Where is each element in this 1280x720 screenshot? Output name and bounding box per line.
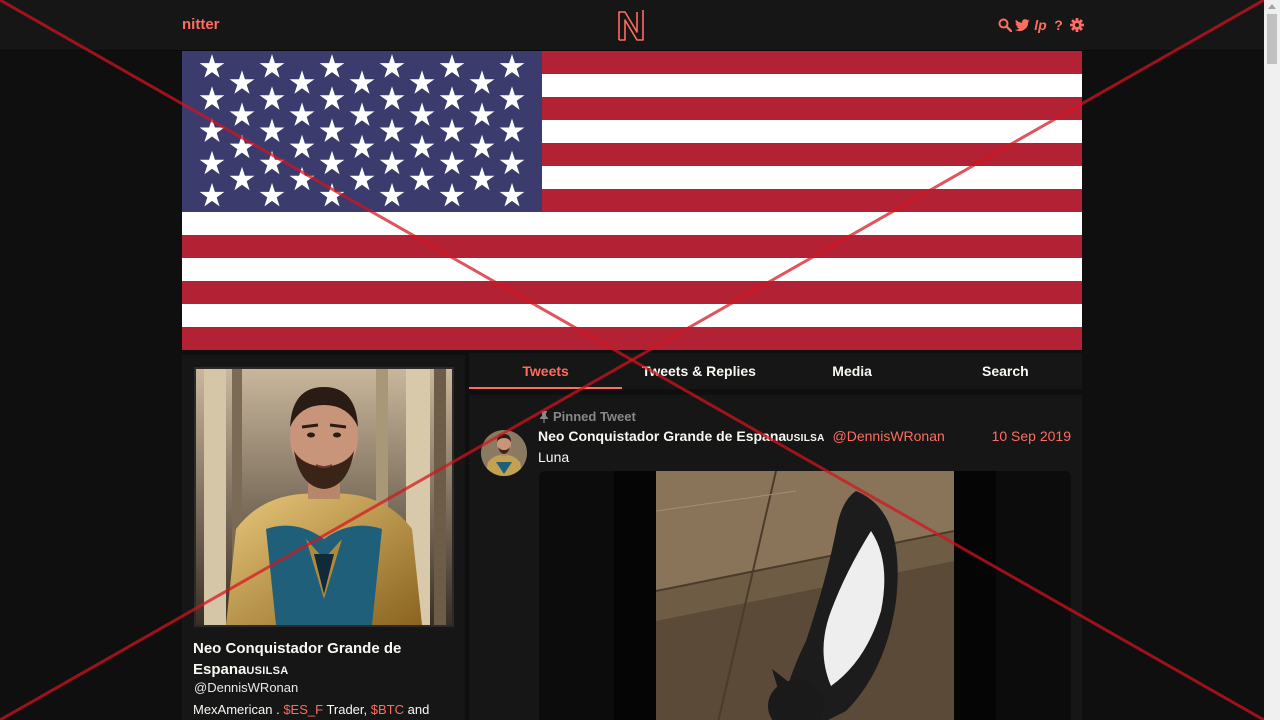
- profile-fullname-suffix: USILSA: [246, 665, 289, 677]
- tab-media[interactable]: Media: [776, 353, 929, 389]
- tweet-fullname[interactable]: Neo Conquistador Grande de EspanaUSILSA: [538, 428, 825, 444]
- liberapay-icon[interactable]: lp: [1033, 16, 1048, 34]
- tab-tweets[interactable]: Tweets: [469, 353, 623, 389]
- profile-bio: MexAmerican . $ES_F Trader, $BTC and: [193, 701, 458, 718]
- question-icon[interactable]: ?: [1051, 16, 1066, 34]
- tweet-fullname-text: Neo Conquistador Grande de Espana: [538, 428, 787, 444]
- tweet-username[interactable]: @DennisWRonan: [833, 428, 945, 444]
- gear-icon[interactable]: [1069, 16, 1084, 34]
- profile-fullname[interactable]: Neo Conquistador Grande de EspanaUSILSA: [193, 638, 443, 682]
- bio-text: and: [404, 702, 430, 717]
- bio-text: Trader,: [323, 702, 371, 717]
- video-thumbnail[interactable]: [656, 471, 954, 720]
- scroll-up-arrow-icon[interactable]: [1268, 4, 1276, 9]
- pinned-tweet[interactable]: Pinned Tweet Neo Conquistador Grande de …: [469, 395, 1082, 720]
- profile-username[interactable]: @DennisWRonan: [194, 680, 298, 695]
- tab-search[interactable]: Search: [929, 353, 1082, 389]
- profile-avatar[interactable]: [194, 367, 454, 627]
- bird-icon[interactable]: [1015, 16, 1030, 34]
- pinned-label-text: Pinned Tweet: [553, 409, 636, 424]
- timeline-tabs: Tweets Tweets & Replies Media Search: [469, 353, 1082, 389]
- nitter-logo-icon[interactable]: [616, 8, 646, 42]
- tweet-text: Luna: [538, 449, 570, 465]
- tweet-fullname-suffix: USILSA: [786, 433, 825, 444]
- tab-tweets-replies[interactable]: Tweets & Replies: [622, 353, 775, 389]
- scrollbar-thumb[interactable]: [1267, 14, 1277, 64]
- profile-banner[interactable]: [182, 51, 1082, 350]
- nitter-brand-link[interactable]: nitter: [182, 16, 220, 33]
- pin-icon: [540, 410, 548, 423]
- profile-card: Neo Conquistador Grande de EspanaUSILSA …: [182, 355, 465, 720]
- pinned-label: Pinned Tweet: [539, 409, 636, 424]
- tweet-avatar[interactable]: [481, 430, 527, 476]
- tweet-date[interactable]: 10 Sep 2019: [992, 428, 1071, 444]
- bio-cashtag-link[interactable]: $ES_F: [283, 702, 323, 717]
- profile-fullname-text: Neo Conquistador Grande de Espana: [193, 640, 402, 678]
- bio-text: MexAmerican .: [193, 702, 284, 717]
- search-icon[interactable]: [997, 16, 1012, 34]
- tweet-media[interactable]: [539, 471, 1071, 720]
- page-scrollbar[interactable]: [1264, 0, 1280, 720]
- bio-cashtag-link[interactable]: $BTC: [371, 702, 404, 717]
- navbar: nitter lp ?: [0, 0, 1264, 51]
- tweet-header: Neo Conquistador Grande de EspanaUSILSA …: [538, 428, 1071, 446]
- us-flag-banner-image: [182, 51, 1082, 350]
- nav-icons: lp ?: [997, 14, 1084, 36]
